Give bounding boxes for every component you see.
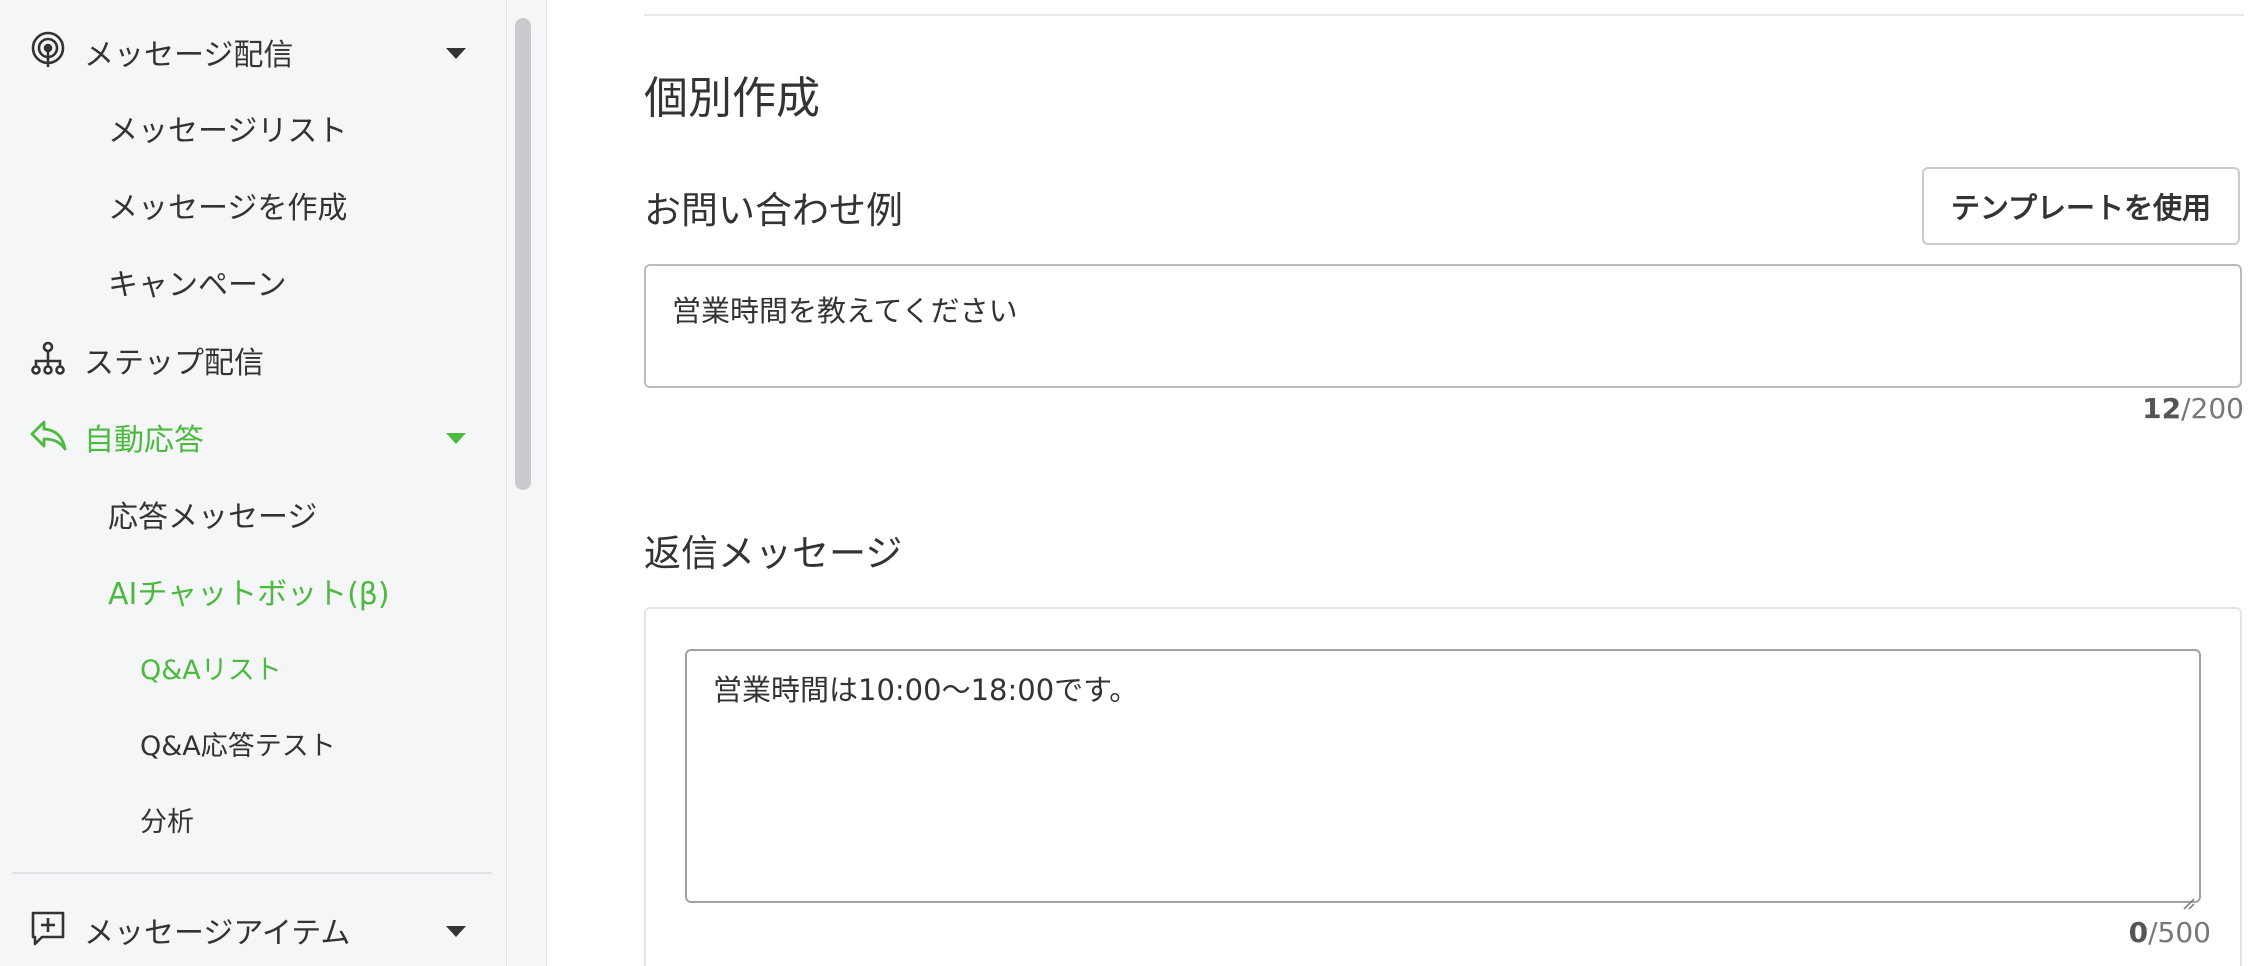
sidebar: メッセージ配信 メッセージリスト メッセージを作成 キャンペーン ステップ配信 …: [0, 0, 507, 966]
sidebar-item-label: 応答メッセージ: [108, 500, 318, 535]
sidebar-item-campaign[interactable]: キャンペーン: [0, 256, 506, 304]
sidebar-item-qa-test[interactable]: Q&A応答テスト: [0, 720, 506, 762]
app: メッセージ配信 メッセージリスト メッセージを作成 キャンペーン ステップ配信 …: [0, 0, 2268, 966]
sidebar-divider: [12, 872, 492, 874]
sidebar-item-label: メッセージリスト: [108, 114, 348, 149]
reply-char-counter: 0/500: [2129, 916, 2211, 949]
inquiry-char-max: /200: [2181, 392, 2244, 425]
sidebar-item-label: メッセージ配信: [84, 38, 294, 73]
reply-char-max: /500: [2148, 916, 2211, 949]
page-title: 個別作成: [644, 73, 820, 124]
sidebar-item-create-message[interactable]: メッセージを作成: [0, 179, 506, 227]
sidebar-item-label: 分析: [140, 807, 194, 838]
main-content: 個別作成 お問い合わせ例 テンプレートを使用 営業時間を教えてください 12/2…: [547, 0, 2268, 966]
broadcast-icon: [28, 30, 68, 70]
sidebar-item-label: 自動応答: [84, 423, 204, 458]
sidebar-item-label: メッセージを作成: [108, 191, 348, 226]
sidebar-item-ai-chatbot[interactable]: AIチャットボット(β): [0, 565, 506, 613]
sidebar-item-label: メッセージアイテム: [84, 916, 351, 951]
inquiry-char-counter: 12/200: [2142, 392, 2244, 425]
step-tree-icon: [28, 338, 68, 378]
sidebar-scrollbar-thumb[interactable]: [515, 18, 531, 490]
sidebar-item-label: ステップ配信: [84, 346, 264, 381]
sidebar-item-label: キャンペーン: [108, 268, 287, 303]
reply-message-input[interactable]: 営業時間は10:00〜18:00です。: [685, 649, 2201, 910]
sidebar-item-label: AIチャットボット(β): [108, 577, 390, 612]
inquiry-char-count: 12: [2142, 392, 2182, 425]
divider: [644, 14, 2244, 16]
reply-label: 返信メッセージ: [644, 532, 903, 575]
sidebar-item-message-list[interactable]: メッセージリスト: [0, 102, 506, 150]
chevron-down-icon: [446, 433, 466, 444]
sidebar-item-auto-reply[interactable]: 自動応答: [0, 411, 506, 459]
reply-char-count: 0: [2128, 916, 2149, 949]
sidebar-item-step-delivery[interactable]: ステップ配信: [0, 334, 506, 382]
sidebar-item-message-items[interactable]: メッセージアイテム: [0, 904, 506, 952]
resize-handle-icon[interactable]: [2181, 883, 2195, 910]
sidebar-item-message-delivery[interactable]: メッセージ配信: [0, 26, 506, 74]
inquiry-input[interactable]: 営業時間を教えてください: [644, 264, 2242, 388]
sidebar-item-analysis[interactable]: 分析: [0, 796, 506, 838]
chevron-down-icon: [446, 48, 466, 59]
add-message-icon: [28, 908, 68, 948]
sidebar-item-response-message[interactable]: 応答メッセージ: [0, 488, 506, 536]
reply-message-text: 営業時間は10:00〜18:00です。: [713, 673, 1139, 707]
chevron-down-icon: [446, 926, 466, 937]
inquiry-label: お問い合わせ例: [644, 189, 903, 232]
sidebar-item-qa-list[interactable]: Q&Aリスト: [0, 644, 506, 686]
sidebar-item-label: Q&A応答テスト: [140, 731, 336, 762]
use-template-button[interactable]: テンプレートを使用: [1922, 167, 2240, 245]
reply-arrow-icon: [28, 415, 68, 455]
sidebar-item-label: Q&Aリスト: [140, 655, 282, 686]
